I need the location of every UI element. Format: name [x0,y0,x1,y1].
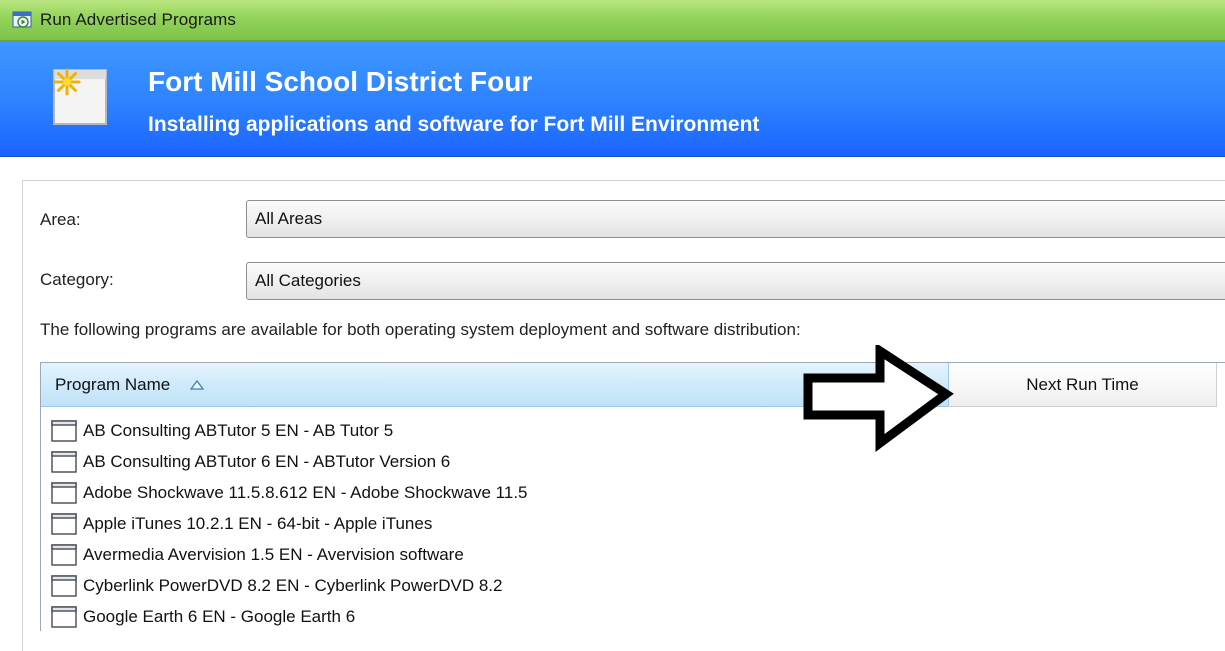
column-label-program-name: Program Name [55,374,171,394]
category-label: Category: [40,270,114,289]
program-name: Cyberlink PowerDVD 8.2 EN - Cyberlink Po… [83,575,503,595]
list-item[interactable]: AB Consulting ABTutor 5 EN - AB Tutor 5 [51,415,528,446]
new-window-icon [50,66,110,128]
list-rows: AB Consulting ABTutor 5 EN - AB Tutor 5 … [51,415,528,632]
program-name: Apple iTunes 10.2.1 EN - 64-bit - Apple … [83,513,433,533]
area-label: Area: [40,210,81,229]
program-name: Adobe Shockwave 11.5.8.612 EN - Adobe Sh… [83,482,528,502]
program-icon [51,574,77,597]
list-item[interactable]: Google Earth 6 EN - Google Earth 6 [51,601,528,632]
list-header: Program Name Next Run Time [41,363,1225,407]
program-icon [51,450,77,473]
column-label-next-run-time: Next Run Time [1026,374,1139,394]
column-header-next-run-time[interactable]: Next Run Time [949,363,1217,407]
program-icon [51,512,77,535]
list-item[interactable]: Adobe Shockwave 11.5.8.612 EN - Adobe Sh… [51,477,528,508]
program-icon [51,419,77,442]
program-name: Google Earth 6 EN - Google Earth 6 [83,606,356,626]
list-item[interactable]: AB Consulting ABTutor 6 EN - ABTutor Ver… [51,446,528,477]
program-icon [51,481,77,504]
programs-info-text: The following programs are available for… [40,320,801,339]
area-dropdown[interactable]: All Areas [246,200,1225,238]
annotation-arrow-icon [800,342,955,455]
program-name: AB Consulting ABTutor 6 EN - ABTutor Ver… [83,451,451,471]
window-title: Run Advertised Programs [40,10,236,29]
run-program-icon [12,10,32,30]
list-item[interactable]: Apple iTunes 10.2.1 EN - 64-bit - Apple … [51,508,528,539]
program-icon [51,543,77,566]
list-item[interactable]: Avermedia Avervision 1.5 EN - Avervision… [51,539,528,570]
program-name: AB Consulting ABTutor 5 EN - AB Tutor 5 [83,420,394,440]
banner-title: Fort Mill School District Four [148,66,533,97]
program-list[interactable]: Program Name Next Run Time AB Consulting… [40,362,1225,631]
area-dropdown-value: All Areas [255,209,323,228]
program-icon [51,605,77,628]
program-name: Avermedia Avervision 1.5 EN - Avervision… [83,544,464,564]
category-dropdown-value: All Categories [255,271,361,290]
header-banner: Fort Mill School District Four Installin… [0,41,1225,157]
list-item[interactable]: Cyberlink PowerDVD 8.2 EN - Cyberlink Po… [51,570,528,601]
banner-subtitle: Installing applications and software for… [148,113,760,136]
category-dropdown[interactable]: All Categories [246,262,1225,300]
title-bar: Run Advertised Programs [0,0,1225,41]
sort-ascending-icon [190,379,205,390]
